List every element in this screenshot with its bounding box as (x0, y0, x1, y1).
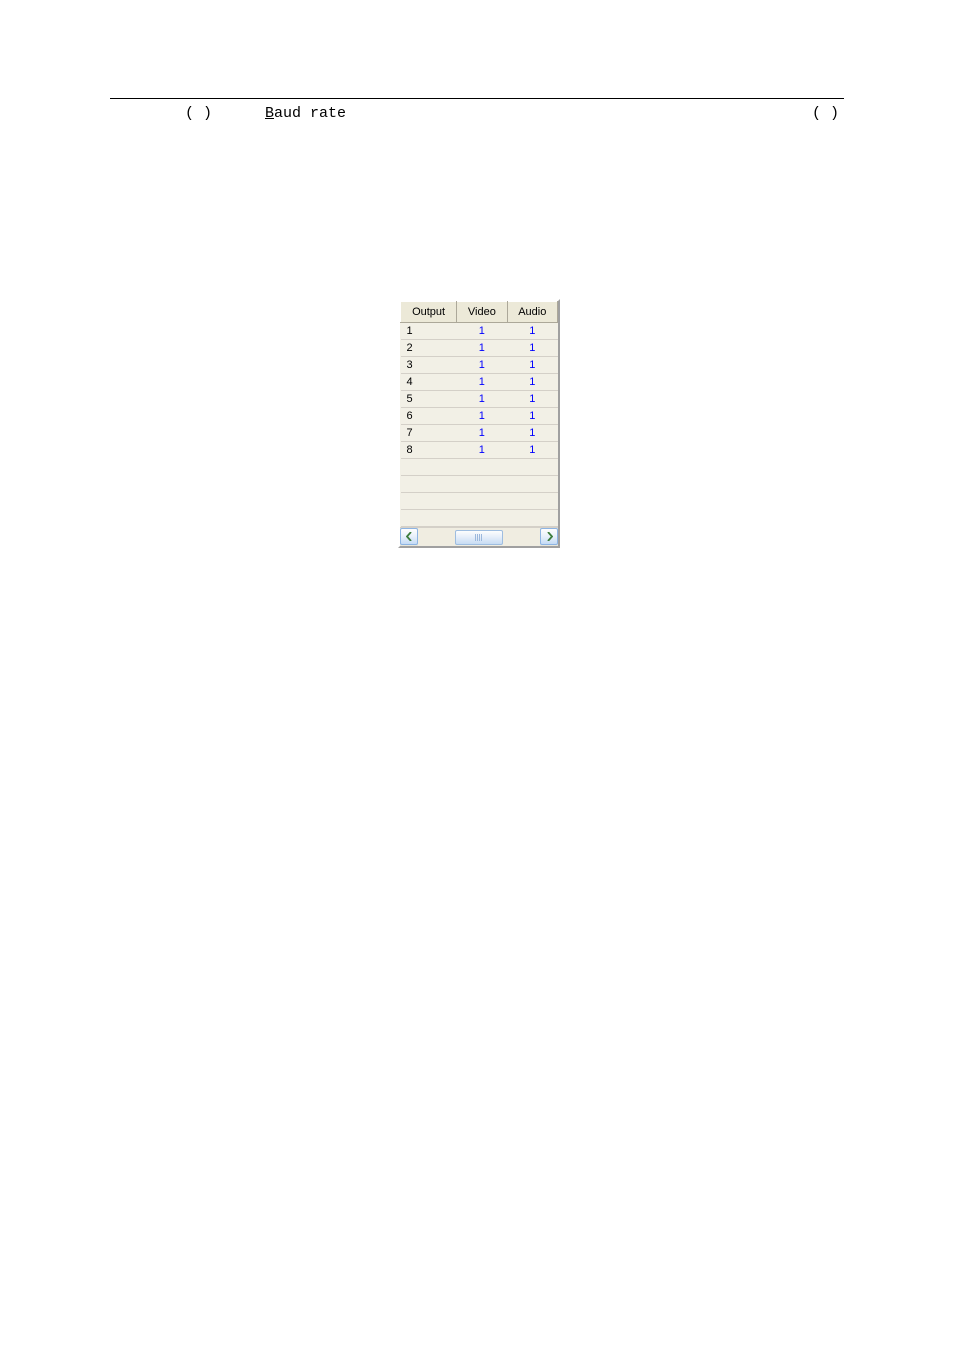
output-cell: 5 (401, 391, 457, 408)
table-row[interactable]: 711 (401, 425, 558, 442)
output-cell: 6 (401, 408, 457, 425)
video-cell: 1 (457, 408, 507, 425)
empty-cell (457, 510, 507, 527)
empty-cell (507, 510, 557, 527)
video-cell: 1 (457, 357, 507, 374)
empty-cell (507, 476, 557, 493)
header-video[interactable]: Video (457, 302, 507, 323)
video-cell: 1 (457, 374, 507, 391)
output-cell: 2 (401, 340, 457, 357)
video-cell: 1 (457, 442, 507, 459)
video-cell: 1 (457, 391, 507, 408)
chevron-right-icon (546, 532, 553, 541)
empty-cell (401, 459, 457, 476)
empty-cell (457, 459, 507, 476)
audio-cell: 1 (507, 340, 557, 357)
audio-cell: 1 (507, 425, 557, 442)
scroll-track[interactable] (418, 528, 540, 546)
table-row[interactable]: 411 (401, 374, 558, 391)
audio-cell: 1 (507, 442, 557, 459)
table-row[interactable]: 511 (401, 391, 558, 408)
output-cell: 7 (401, 425, 457, 442)
empty-cell (507, 459, 557, 476)
output-cell: 4 (401, 374, 457, 391)
audio-cell: 1 (507, 374, 557, 391)
paren-left: ( ) (185, 105, 212, 122)
empty-cell (401, 510, 457, 527)
chevron-left-icon (406, 532, 413, 541)
empty-cell (401, 493, 457, 510)
table-row (401, 510, 558, 527)
table-row[interactable]: 311 (401, 357, 558, 374)
horizontal-rule (110, 98, 844, 99)
scroll-thumb[interactable] (455, 530, 504, 545)
output-cell: 3 (401, 357, 457, 374)
empty-cell (457, 493, 507, 510)
routing-table-panel: Output Video Audio 111211311411511611711… (398, 299, 560, 548)
output-cell: 8 (401, 442, 457, 459)
header-output[interactable]: Output (401, 302, 457, 323)
output-cell: 1 (401, 323, 457, 340)
header-row: ( ) Baud rate ( ) (110, 105, 844, 122)
scroll-left-button[interactable] (400, 528, 418, 545)
header-audio[interactable]: Audio (507, 302, 557, 323)
empty-cell (457, 476, 507, 493)
audio-cell: 1 (507, 323, 557, 340)
audio-cell: 1 (507, 408, 557, 425)
empty-cell (401, 476, 457, 493)
table-row[interactable]: 811 (401, 442, 558, 459)
table-row[interactable]: 611 (401, 408, 558, 425)
audio-cell: 1 (507, 357, 557, 374)
table-row[interactable]: 111 (401, 323, 558, 340)
audio-cell: 1 (507, 391, 557, 408)
horizontal-scrollbar[interactable] (400, 527, 558, 546)
empty-cell (507, 493, 557, 510)
baud-rate-mnemonic: B (265, 105, 274, 122)
scroll-right-button[interactable] (540, 528, 558, 545)
baud-rate-text: aud rate (274, 105, 346, 122)
paren-right: ( ) (812, 105, 839, 122)
table-row (401, 476, 558, 493)
routing-table: Output Video Audio 111211311411511611711… (400, 301, 558, 527)
video-cell: 1 (457, 323, 507, 340)
table-row (401, 459, 558, 476)
thumb-grip-icon (475, 534, 482, 541)
baud-rate-label: Baud rate (265, 105, 346, 122)
table-row[interactable]: 211 (401, 340, 558, 357)
video-cell: 1 (457, 425, 507, 442)
video-cell: 1 (457, 340, 507, 357)
table-row (401, 493, 558, 510)
table-header-row: Output Video Audio (401, 302, 558, 323)
